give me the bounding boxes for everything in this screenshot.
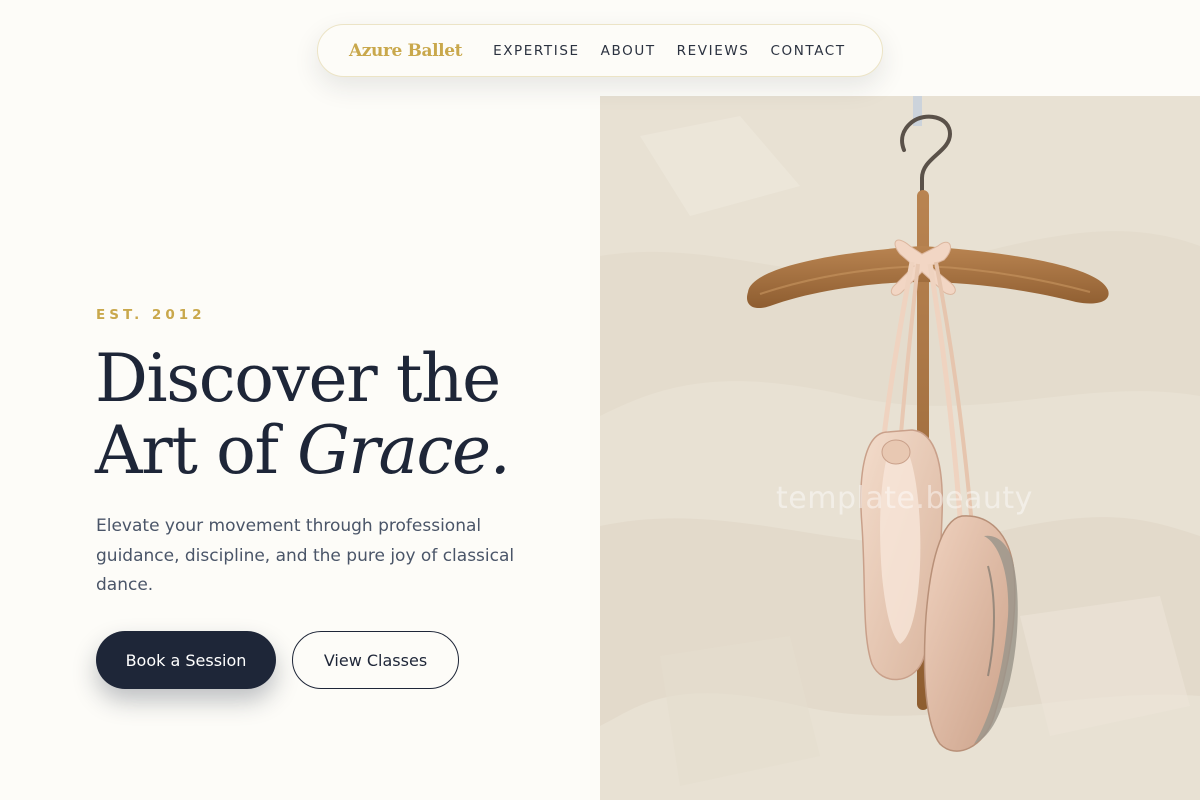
top-nav: Azure Ballet EXPERTISE ABOUT REVIEWS CON… — [317, 24, 883, 77]
hero-eyebrow: EST. 2012 — [96, 307, 206, 323]
nav-link-reviews[interactable]: REVIEWS — [677, 43, 750, 59]
landing-page: Azure Ballet EXPERTISE ABOUT REVIEWS CON… — [0, 0, 1200, 800]
headline-prefix: Art of — [95, 412, 298, 489]
hero-image: template.beauty — [600, 96, 1200, 800]
view-classes-button[interactable]: View Classes — [292, 631, 459, 689]
book-session-button[interactable]: Book a Session — [96, 631, 276, 689]
nav-link-about[interactable]: ABOUT — [601, 43, 656, 59]
nav-link-expertise[interactable]: EXPERTISE — [493, 43, 580, 59]
hero-lead: Elevate your movement through profession… — [96, 516, 515, 595]
nav-link-contact[interactable]: CONTACT — [770, 43, 845, 59]
headline-line-1: Discover the — [95, 340, 501, 417]
ballet-shoes-image — [600, 96, 1200, 800]
nav-links: EXPERTISE ABOUT REVIEWS CONTACT — [493, 43, 846, 59]
headline-accent: Grace. — [297, 412, 511, 489]
brand-logo[interactable]: Azure Ballet — [349, 41, 462, 61]
hero-headline: Discover the Art of Grace. — [95, 340, 511, 489]
headline-line-2: Art of Grace. — [95, 412, 511, 489]
image-watermark: template.beauty — [776, 481, 1033, 516]
